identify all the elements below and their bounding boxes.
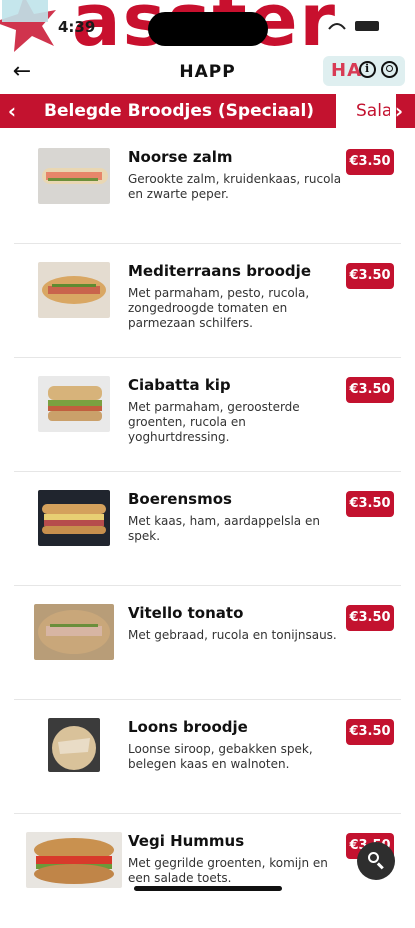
status-icons (328, 21, 379, 31)
product-photo (38, 262, 110, 318)
product-description: Met parmaham, pesto, rucola, zongedroogd… (128, 286, 310, 330)
price-button[interactable]: €3.50 (346, 491, 394, 517)
product-name: Vitello tonato (128, 604, 244, 622)
product-name: Boerensmos (128, 490, 232, 508)
chevron-left-icon[interactable]: ‹ (0, 94, 24, 128)
product-description: Gerookte zalm, kruidenkaas, rucola en zw… (128, 172, 342, 201)
chevron-right-icon[interactable]: › (387, 94, 411, 128)
product-item[interactable]: Noorse zalm Gerookte zalm, kruidenkaas, … (0, 130, 415, 244)
info-icon[interactable] (359, 61, 376, 78)
product-description: Met gegrilde groenten, komijn en een sal… (128, 856, 328, 885)
product-description: Met kaas, ham, aardappelsla en spek. (128, 514, 320, 543)
product-item[interactable]: Mediterraans broodje Met parmaham, pesto… (0, 244, 415, 358)
product-item[interactable]: Loons broodje Loonse siroop, gebakken sp… (0, 700, 415, 814)
product-item[interactable]: Vegi Hummus Met gegrilde groenten, komij… (0, 814, 415, 928)
search-icon[interactable] (357, 842, 395, 880)
home-indicator (134, 886, 282, 891)
user-icon[interactable] (381, 61, 398, 78)
product-name: Noorse zalm (128, 148, 233, 166)
status-time: 4:39 (58, 18, 96, 36)
product-photo (38, 490, 110, 546)
price-button[interactable]: €3.50 (346, 149, 394, 175)
product-description: Met gebraad, rucola en tonijnsaus. (128, 628, 337, 642)
camera-notch (148, 12, 268, 46)
product-item[interactable]: Ciabatta kip Met parmaham, geroosterde g… (0, 358, 415, 472)
price-button[interactable]: €3.50 (346, 263, 394, 289)
product-name: Loons broodje (128, 718, 248, 736)
product-photo (26, 832, 122, 888)
product-description: Loonse siroop, gebakken spek, belegen ka… (128, 742, 313, 771)
price-button[interactable]: €3.50 (346, 605, 394, 631)
price-button[interactable]: €3.50 (346, 377, 394, 403)
product-description: Met parmaham, geroosterde groenten, ruco… (128, 400, 300, 444)
product-item[interactable]: Boerensmos Met kaas, ham, aardappelsla e… (0, 472, 415, 586)
product-photo (38, 148, 110, 204)
category-tab-active[interactable]: Belegde Broodjes (Speciaal) (26, 94, 330, 128)
category-bar: ‹ Belegde Broodjes (Speciaal) Sala › (0, 94, 415, 128)
product-photo (34, 604, 114, 660)
product-name: Mediterraans broodje (128, 262, 311, 280)
product-photo (48, 718, 100, 772)
product-photo (38, 376, 110, 432)
product-name: Ciabatta kip (128, 376, 231, 394)
product-item[interactable]: Vitello tonato Met gebraad, rucola en to… (0, 586, 415, 700)
app-header: ← HAPP HA (0, 54, 415, 92)
price-button[interactable]: €3.50 (346, 719, 394, 745)
logo-text: HA (331, 60, 362, 81)
product-name: Vegi Hummus (128, 832, 245, 850)
